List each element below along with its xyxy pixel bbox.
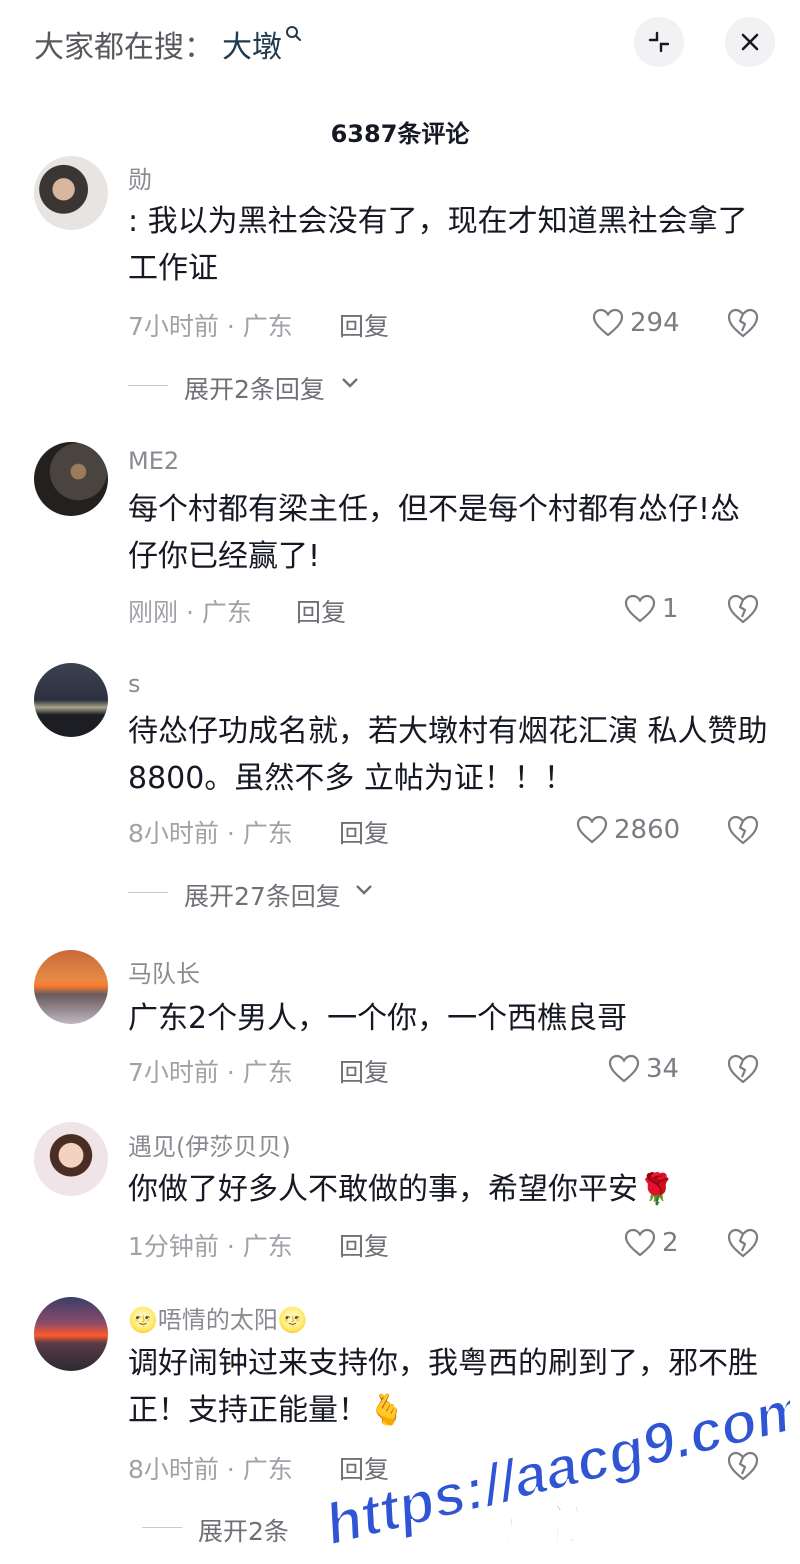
avatar[interactable] [34, 1297, 108, 1371]
avatar[interactable] [34, 663, 108, 737]
watermark: https://aacg9.com 看完整版 [318, 1385, 790, 1555]
comment-username[interactable]: 🌝唔情的太阳🌝 [128, 1300, 308, 1335]
like-count: 294 [630, 308, 680, 338]
divider-line [128, 385, 168, 386]
reply-button[interactable]: 回复 [339, 1227, 389, 1263]
comment-username[interactable]: 遇见(伊莎贝贝) [128, 1127, 291, 1162]
chevron-down-icon [356, 885, 372, 895]
comment-time: 1分钟前 [128, 1232, 219, 1261]
expand-replies-label: 展开27条回复 [184, 882, 341, 911]
expand-icon [648, 31, 670, 53]
heart-icon [624, 594, 656, 623]
divider-line [142, 1527, 182, 1528]
like-count: 2 [662, 1228, 679, 1258]
reply-button[interactable]: 回复 [339, 1053, 389, 1089]
comment-time: 8小时前 [128, 1455, 219, 1484]
comment-meta: 刚刚 · 广东 [128, 593, 252, 629]
meta-separator: · [226, 312, 243, 341]
meta-separator: · [226, 1058, 243, 1087]
avatar[interactable] [34, 156, 108, 230]
comment-time: 7小时前 [128, 312, 219, 341]
expand-replies-label: 展开2条 [198, 1517, 289, 1546]
comment-text: 待怂仔功成名就，若大墩村有烟花汇演 私人赞助8800。虽然不多 立帖为证！！！ [128, 714, 768, 796]
close-button[interactable] [725, 17, 775, 67]
comment-meta: 8小时前 · 广东 [128, 1450, 293, 1486]
meta-separator: · [185, 598, 202, 627]
comment-location: 广东 [242, 1058, 293, 1087]
broken-heart-icon[interactable] [726, 306, 760, 340]
meta-separator: · [226, 819, 243, 848]
comment-text: 你做了好多人不敢做的事，希望你平安🌹 [128, 1172, 676, 1207]
meta-separator: · [226, 1232, 243, 1261]
avatar[interactable] [34, 950, 108, 1024]
reply-button[interactable]: 回复 [339, 814, 389, 850]
search-icon [286, 26, 301, 41]
heart-icon [576, 815, 608, 844]
broken-heart-icon[interactable] [726, 592, 760, 626]
top-bar: 大家都在搜： 大墩 [0, 0, 800, 88]
like-count: 2860 [614, 815, 681, 845]
comment-location: 广东 [242, 819, 293, 848]
heart-icon [624, 1228, 656, 1257]
comment-location: 广东 [242, 1232, 293, 1261]
like-button[interactable]: 2 [624, 1226, 679, 1260]
comment-text: 每个村都有梁主任，但不是每个村都有怂仔!怂仔你已经赢了! [128, 492, 741, 574]
expand-button[interactable] [634, 17, 684, 67]
comment-username[interactable]: 马队长 [128, 954, 200, 989]
comment-time: 8小时前 [128, 819, 219, 848]
like-count: 1 [662, 594, 679, 624]
comment-meta: 7小时前 · 广东 [128, 307, 293, 343]
comment-meta: 8小时前 · 广东 [128, 814, 293, 850]
comment-meta: 7小时前 · 广东 [128, 1053, 293, 1089]
like-button[interactable]: 2860 [576, 813, 680, 847]
comment-time: 刚刚 [128, 598, 179, 627]
comment-text: 广东2个男人，一个你，一个西樵良哥 [128, 1001, 628, 1036]
comment-username[interactable]: s [128, 670, 141, 698]
like-count: 34 [646, 1054, 680, 1084]
trending-search-label: 大家都在搜： [34, 30, 214, 65]
comment-location: 广东 [201, 598, 252, 627]
like-button[interactable]: 34 [608, 1052, 679, 1086]
heart-icon [608, 1054, 640, 1083]
comment-time: 7小时前 [128, 1058, 219, 1087]
heart-icon [592, 308, 624, 337]
comment-count: 6387条评论 [330, 120, 470, 148]
comment-username[interactable]: ME2 [128, 447, 179, 475]
comment-location: 广东 [242, 1455, 293, 1484]
like-button[interactable]: 1 [624, 592, 679, 626]
expand-replies-label: 展开2条回复 [184, 375, 325, 404]
comment-text: : 我以为黑社会没有了，现在才知道黑社会拿了工作证 [128, 204, 748, 286]
reply-button[interactable]: 回复 [296, 593, 346, 629]
expand-replies[interactable]: 展开27条回复 [128, 877, 408, 911]
broken-heart-icon[interactable] [726, 813, 760, 847]
broken-heart-icon[interactable] [726, 1226, 760, 1260]
expand-replies[interactable]: 展开2条 [142, 1512, 322, 1546]
close-icon [741, 33, 759, 51]
expand-replies[interactable]: 展开2条回复 [128, 370, 388, 404]
comment-location: 广东 [242, 312, 293, 341]
like-button[interactable]: 294 [592, 306, 680, 340]
broken-heart-icon[interactable] [726, 1052, 760, 1086]
avatar[interactable] [34, 442, 108, 516]
comment-meta: 1分钟前 · 广东 [128, 1227, 293, 1263]
reply-button[interactable]: 回复 [339, 307, 389, 343]
avatar[interactable] [34, 1122, 108, 1196]
divider-line [128, 892, 168, 893]
comment-username[interactable]: 勋 [128, 160, 152, 195]
meta-separator: · [226, 1455, 243, 1484]
chevron-down-icon [342, 378, 358, 388]
trending-search-term[interactable]: 大墩 [222, 22, 282, 66]
